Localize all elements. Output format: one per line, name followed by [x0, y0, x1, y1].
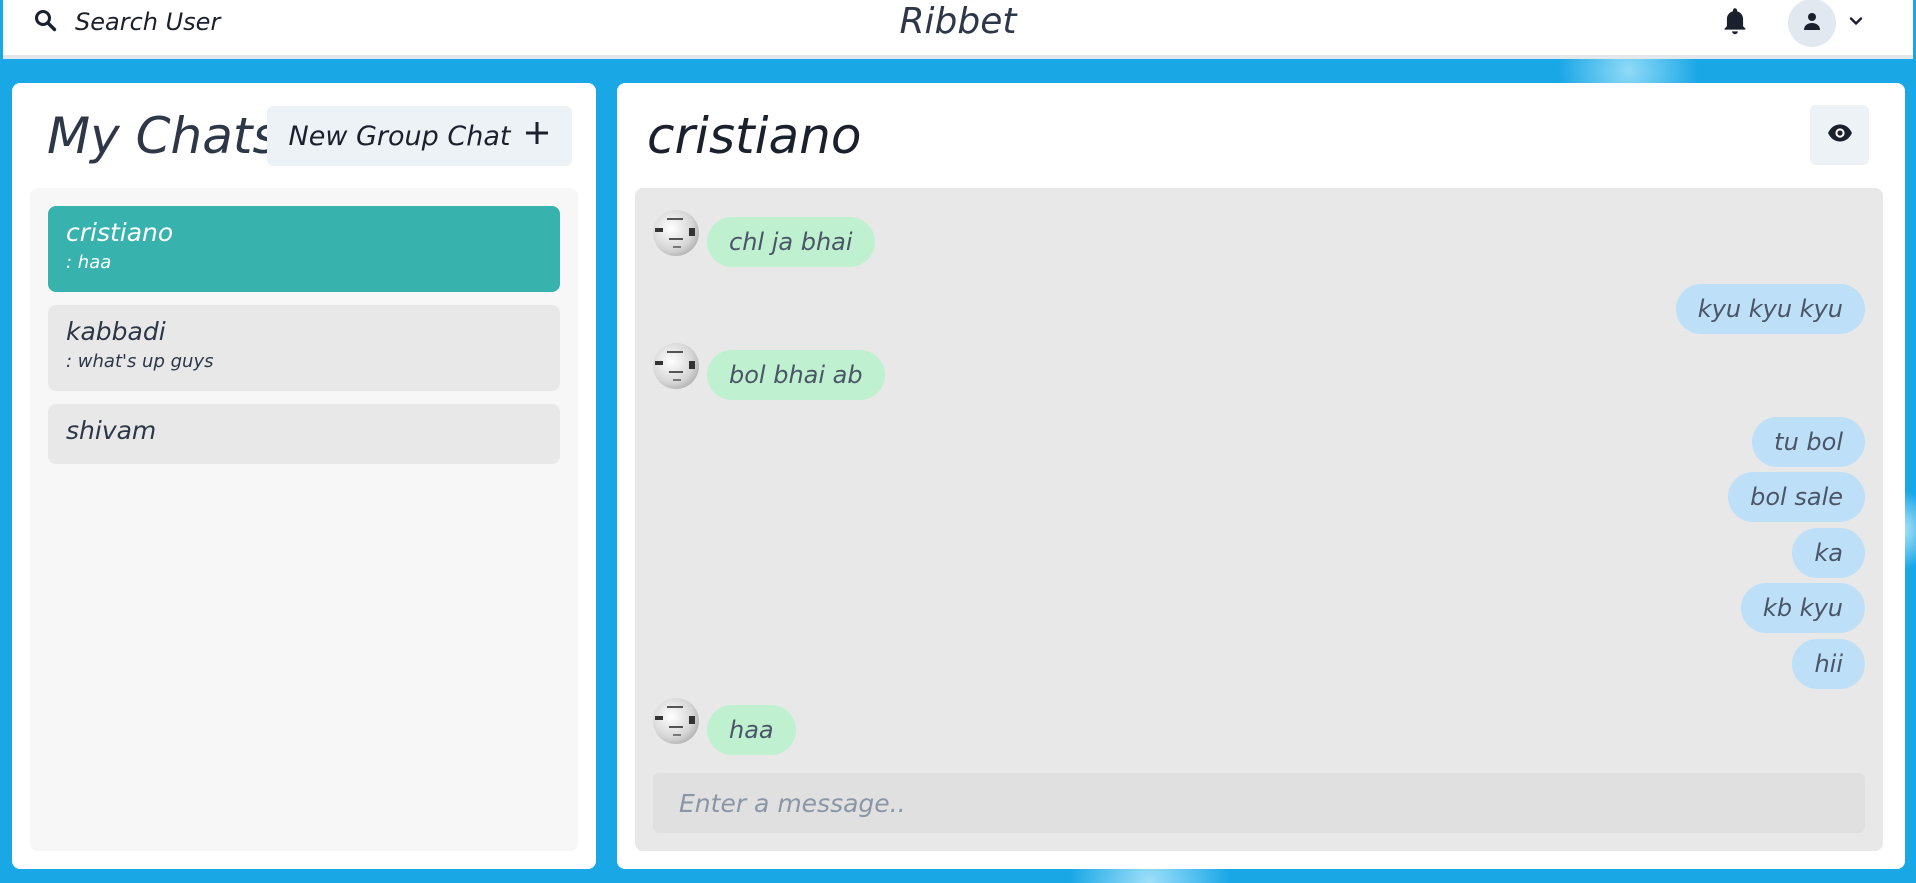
app-brand: Ribbet — [899, 1, 1017, 42]
conversation-title: cristiano — [647, 107, 862, 165]
plus-icon — [524, 120, 550, 153]
notification-bell-button[interactable] — [1718, 6, 1752, 40]
message-input-container — [653, 773, 1865, 833]
message-bubble-incoming: chl ja bhai — [707, 217, 875, 267]
message-bubble-outgoing: kyu kyu kyu — [1675, 284, 1865, 334]
chat-last-message: : haa — [66, 252, 112, 273]
view-profile-button[interactable] — [1810, 105, 1869, 165]
message-bubble-incoming: haa — [707, 705, 796, 755]
chat-name: cristiano — [66, 218, 174, 247]
sender-avatar — [653, 343, 699, 389]
bell-icon — [1721, 6, 1749, 40]
sender-avatar — [653, 210, 699, 256]
chat-name: kabbadi — [66, 317, 166, 346]
avatar — [1788, 0, 1836, 47]
top-bar: Search User Ribbet — [3, 0, 1913, 59]
message-bubble-outgoing: bol sale — [1728, 472, 1865, 522]
message-bubble-outgoing: hii — [1792, 639, 1865, 689]
message-bubble-outgoing: kb kyu — [1740, 583, 1865, 633]
conversation-panel: cristiano chl ja bhai kyu kyu kyu bol bh… — [617, 83, 1905, 869]
chat-list: cristiano : haa kabbadi : what's up guys… — [30, 188, 578, 851]
chat-item-kabbadi[interactable]: kabbadi : what's up guys — [48, 305, 560, 391]
message-input[interactable] — [679, 773, 1839, 833]
chat-name: shivam — [66, 416, 157, 445]
new-group-chat-button[interactable]: New Group Chat — [267, 106, 572, 166]
message-bubble-outgoing: tu bol — [1752, 417, 1865, 467]
new-group-chat-label: New Group Chat — [288, 120, 511, 152]
sender-avatar — [653, 698, 699, 744]
message-bubble-outgoing: ka — [1792, 528, 1865, 578]
profile-menu-button[interactable] — [1788, 0, 1864, 47]
chat-item-shivam[interactable]: shivam — [48, 404, 560, 464]
chevron-down-icon — [1848, 13, 1864, 33]
eye-icon — [1827, 120, 1853, 150]
chat-item-cristiano[interactable]: cristiano : haa — [48, 206, 560, 292]
message-bubble-incoming: bol bhai ab — [707, 350, 885, 400]
messages-area: chl ja bhai kyu kyu kyu bol bhai ab tu b… — [635, 188, 1883, 851]
user-icon — [1802, 11, 1822, 35]
my-chats-panel: My Chats New Group Chat cristiano : haa … — [12, 83, 596, 869]
chat-last-message: : what's up guys — [66, 351, 214, 372]
my-chats-title: My Chats — [47, 107, 279, 165]
